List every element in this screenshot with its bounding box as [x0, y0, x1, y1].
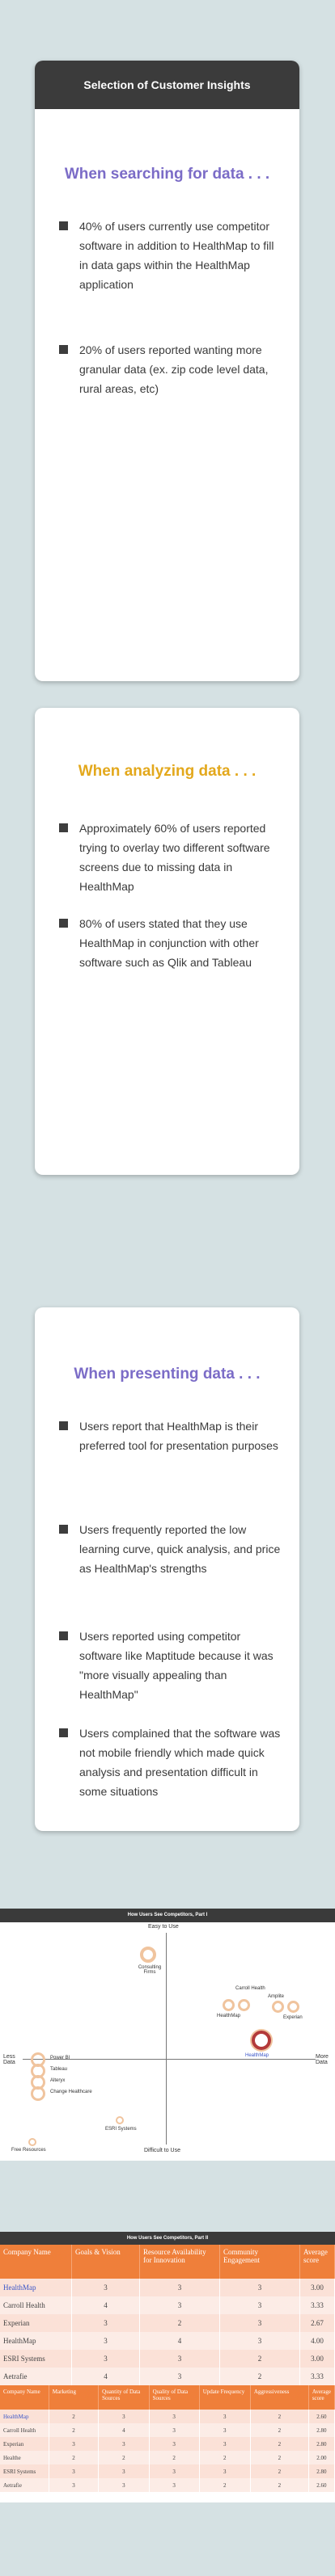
card-title: When searching for data . . .: [64, 166, 270, 183]
map-title: How Users See Competitors, Part I: [0, 1909, 335, 1922]
column-header: Quantity of Data Sources: [98, 2385, 150, 2410]
column-header: Marketing: [49, 2385, 100, 2410]
card-title: When presenting data . . .: [74, 1366, 261, 1383]
competitor-point: [28, 2138, 36, 2146]
card-header: Selection of Customer Insights: [35, 61, 299, 109]
point-label: Free Resources: [11, 2148, 46, 2153]
table-row: ESRI Systems 3 3 2 3.00: [0, 2350, 335, 2368]
point-label: Amplite: [268, 1994, 285, 1999]
competitor-point: [223, 1999, 235, 2011]
bullet-square-icon: [59, 919, 68, 928]
column-header: Average score: [299, 2245, 335, 2279]
competitor-point: [116, 2116, 124, 2124]
scores-table-part1: Company Name Goals & Vision Resource Ava…: [0, 2245, 335, 2385]
bullet-item: Users complained that the software was n…: [59, 1724, 282, 1801]
table-row: HealthMap 3 3 3 3.00: [0, 2279, 335, 2296]
competitor-point: [140, 1947, 156, 1963]
card-title: When analyzing data . . .: [78, 763, 257, 780]
point-label: Power BI: [50, 2056, 70, 2060]
bullet-item: Users reported using competitor software…: [59, 1627, 282, 1704]
point-label: Consulting Firms: [138, 1965, 162, 1975]
bullet-square-icon: [59, 345, 68, 354]
column-header: Average score: [308, 2385, 335, 2410]
table-row: Healthe 2 2 2 2 2 2.00: [0, 2451, 335, 2464]
bullet-square-icon: [59, 1421, 68, 1430]
bullet-item: Users report that HealthMap is their pre…: [59, 1416, 282, 1455]
bullet-square-icon: [59, 1728, 68, 1737]
table-row: Experian 3 3 3 3 2 2.80: [0, 2437, 335, 2451]
table-row: Aetrafie 3 3 3 2 2 2.60: [0, 2478, 335, 2492]
competitor-map: How Users See Competitors, Part I Easy t…: [0, 1909, 335, 2161]
column-header: Company Name: [0, 2245, 72, 2279]
point-label: Carroll Health: [235, 1986, 265, 1991]
column-header: Goals & Vision: [71, 2245, 140, 2279]
vertical-axis: [166, 1933, 167, 2145]
point-label: HealthMap: [217, 2014, 241, 2018]
bullet-item: Approximately 60% of users reported tryi…: [59, 819, 282, 896]
column-header: Community Engagement: [219, 2245, 300, 2279]
competitor-point: [287, 2001, 299, 2013]
point-label: Experian: [283, 2015, 303, 2020]
bullet-item: 80% of users stated that they use Health…: [59, 914, 282, 972]
competitor-point: [272, 2001, 284, 2013]
axis-right-label: More Data: [316, 2054, 329, 2065]
table-row: Carroll Health 4 3 3 3.33: [0, 2296, 335, 2314]
table-row: Experian 3 2 3 2.67: [0, 2314, 335, 2332]
bullet-square-icon: [59, 221, 68, 230]
column-header: Aggressiveness: [250, 2385, 309, 2410]
table-row: HealthMap 2 3 3 3 2 2.60: [0, 2410, 335, 2423]
point-label: HealthMap: [245, 2053, 269, 2058]
column-header: Company Name: [0, 2385, 49, 2410]
competitor-point: [238, 1999, 250, 2011]
axis-left-label: Less Data: [3, 2054, 15, 2065]
insights-card-searching: Selection of Customer Insights When sear…: [35, 61, 299, 681]
column-header: Resource Availability for Innovation: [139, 2245, 220, 2279]
bullet-square-icon: [59, 823, 68, 832]
table-row: Aetrafie 4 3 2 3.33: [0, 2368, 335, 2385]
insights-card-analyzing: When analyzing data . . . Approximately …: [35, 708, 299, 1175]
point-label: Change Healthcare: [50, 2090, 92, 2094]
competitor-scores-table: How Users See Competitors, Part II Compa…: [0, 2232, 335, 2502]
bullet-item: 40% of users currently use competitor so…: [59, 217, 282, 294]
table-title: How Users See Competitors, Part II: [0, 2232, 335, 2245]
point-label: Alteryx: [50, 2078, 66, 2083]
table-row: HealthMap 3 4 3 4.00: [0, 2332, 335, 2350]
column-header: Update Frequency: [199, 2385, 251, 2410]
column-header: Quality of Data Sources: [149, 2385, 200, 2410]
table-row: ESRI Systems 3 3 3 3 2 2.80: [0, 2464, 335, 2478]
scores-table-part2: Company Name Marketing Quantity of Data …: [0, 2385, 335, 2492]
insights-card-presenting: When presenting data . . . Users report …: [35, 1307, 299, 1831]
axis-bottom-label: Difficult to Use: [144, 2148, 180, 2153]
bullet-item: 20% of users reported wanting more granu…: [59, 340, 282, 398]
point-label: ESRI Systems: [105, 2127, 137, 2132]
point-label: Tableau: [50, 2067, 68, 2072]
bullet-square-icon: [59, 1525, 68, 1534]
healthmap-point: [252, 2031, 271, 2050]
table-row: Carroll Health 2 4 3 3 2 2.80: [0, 2423, 335, 2437]
bullet-square-icon: [59, 1631, 68, 1640]
bullet-item: Users frequently reported the low learni…: [59, 1520, 282, 1578]
competitor-point: [31, 2086, 45, 2101]
axis-top-label: Easy to Use: [148, 1924, 179, 1930]
